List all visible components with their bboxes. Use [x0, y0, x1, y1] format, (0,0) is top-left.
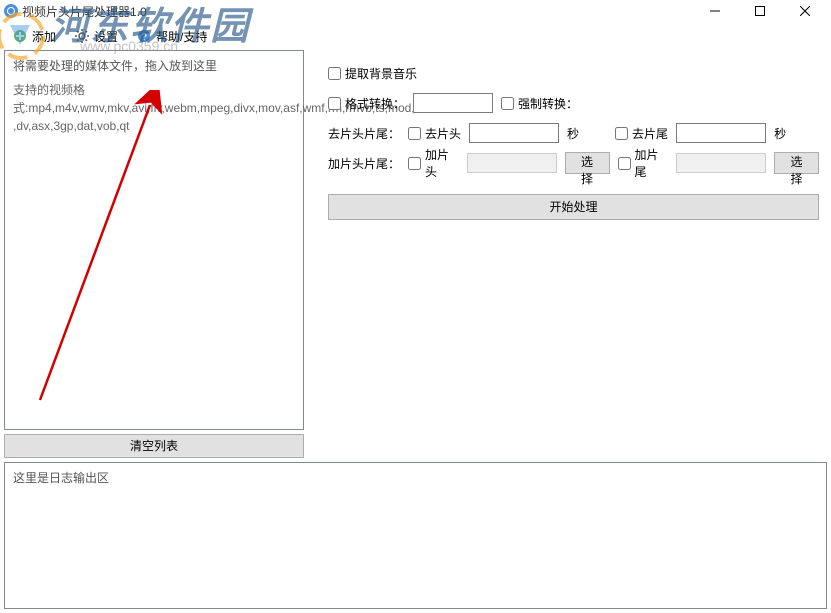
add-head-input[interactable]	[467, 153, 557, 173]
start-process-button[interactable]: 开始处理	[328, 194, 819, 220]
trim-tail-input[interactable]	[676, 123, 766, 143]
window-title: 视频片头片尾处理器1.0	[22, 3, 692, 20]
log-output-area: 这里是日志输出区	[4, 462, 827, 609]
app-icon	[4, 4, 18, 18]
minimize-button[interactable]	[692, 0, 737, 22]
clear-list-button[interactable]: 清空列表	[4, 434, 304, 458]
select-tail-button[interactable]: 选择	[774, 152, 819, 174]
select-head-button[interactable]: 选择	[565, 152, 610, 174]
trim-head-input[interactable]	[469, 123, 559, 143]
drop-hint: 将需要处理的媒体文件，拖入放到这里	[13, 57, 295, 75]
trim-head-checkbox[interactable]: 去片头	[408, 125, 461, 142]
plus-icon	[12, 28, 28, 44]
trim-label: 去片头片尾：	[328, 125, 400, 142]
maximize-button[interactable]	[737, 0, 782, 22]
titlebar: 视频片头片尾处理器1.0	[0, 0, 831, 22]
log-placeholder: 这里是日志输出区	[13, 471, 109, 485]
add-tail-checkbox[interactable]: 加片尾	[618, 146, 669, 180]
close-button[interactable]	[782, 0, 827, 22]
add-head-checkbox[interactable]: 加片头	[408, 146, 459, 180]
watermark-url: www.pc0359.cn	[80, 38, 178, 54]
trim-tail-checkbox[interactable]: 去片尾	[615, 125, 668, 142]
extract-audio-checkbox[interactable]: 提取背景音乐	[328, 65, 417, 82]
file-drop-area[interactable]: 将需要处理的媒体文件，拖入放到这里 支持的视频格式:mp4,m4v,wmv,mk…	[4, 50, 304, 430]
format-convert-input[interactable]	[413, 93, 493, 113]
menu-add[interactable]: 添加	[4, 24, 64, 49]
seconds-label-2: 秒	[774, 125, 786, 142]
format-convert-checkbox[interactable]: 格式转换：	[328, 95, 405, 112]
format-hint: 支持的视频格式:mp4,m4v,wmv,mkv,avi,flv,webm,mpe…	[13, 81, 295, 135]
force-convert-checkbox[interactable]: 强制转换：	[501, 95, 578, 112]
menu-add-label: 添加	[32, 28, 56, 45]
add-label: 加片头片尾：	[328, 155, 400, 172]
add-tail-input[interactable]	[676, 153, 766, 173]
seconds-label-1: 秒	[567, 125, 579, 142]
